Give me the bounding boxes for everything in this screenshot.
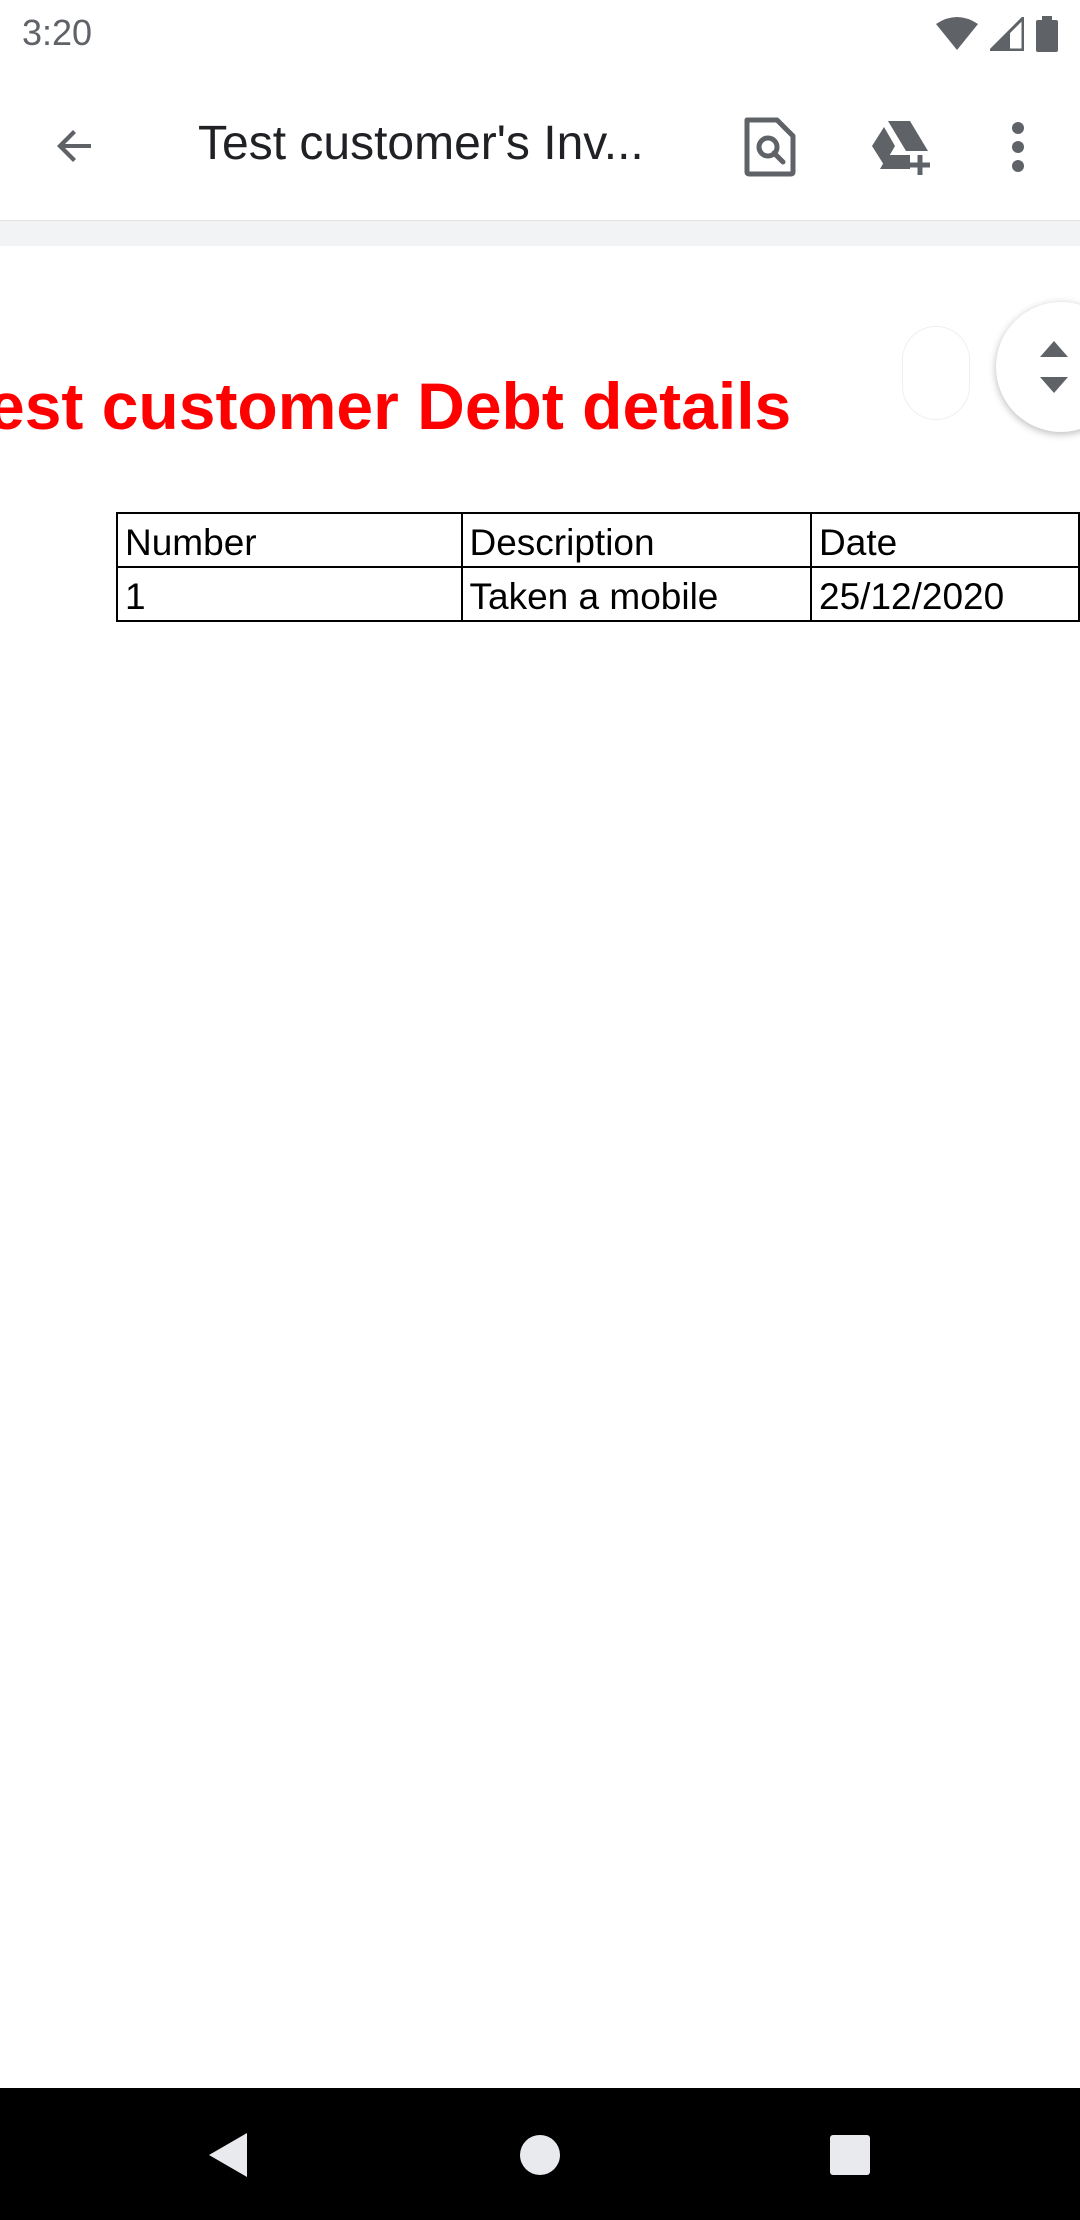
app-bar: Test customer's Inv... (0, 66, 1080, 221)
add-to-drive-icon (872, 121, 930, 175)
scroll-arrows-icon (1040, 341, 1068, 393)
document-heading: est customer Debt details (0, 369, 792, 443)
nav-back-button[interactable] (192, 2122, 262, 2188)
nav-recents-button[interactable] (815, 2122, 885, 2188)
more-vert-icon (1012, 122, 1024, 172)
table-header-row: Number Description Date (116, 512, 1080, 568)
table-cell: 25/12/2020 (810, 566, 1080, 622)
recents-icon (830, 2135, 870, 2175)
wifi-icon (936, 17, 978, 50)
battery-icon (1036, 16, 1058, 52)
nav-home-button[interactable] (505, 2122, 575, 2188)
find-in-page-icon (744, 117, 796, 177)
debt-table: Number Description Date 1 Taken a mobile… (116, 512, 1080, 622)
more-options-button[interactable] (982, 111, 1054, 183)
home-icon (520, 2135, 560, 2175)
table-header-cell: Description (460, 512, 813, 568)
table-header-cell: Number (116, 512, 463, 568)
scroll-indicator-ghost (902, 326, 970, 420)
back-icon (209, 2133, 247, 2177)
table-cell: Taken a mobile (460, 566, 813, 622)
add-to-drive-button[interactable] (866, 111, 938, 183)
find-in-page-button[interactable] (734, 111, 806, 183)
status-icons (936, 14, 1058, 54)
cell-signal-icon (990, 17, 1024, 51)
table-header-cell: Date (810, 512, 1080, 568)
status-bar: 3:20 (0, 0, 1080, 66)
arrow-back-icon (57, 130, 91, 162)
document-viewer[interactable]: est customer Debt details Number Descrip… (0, 246, 1080, 2088)
system-navigation-bar (0, 2088, 1080, 2220)
toolbar-divider-strip (0, 221, 1080, 246)
back-button[interactable] (40, 111, 110, 181)
table-row: 1 Taken a mobile 25/12/2020 (116, 566, 1080, 622)
document-title: Test customer's Inv... (198, 117, 644, 170)
table-cell: 1 (116, 566, 463, 622)
status-time: 3:20 (22, 12, 93, 53)
